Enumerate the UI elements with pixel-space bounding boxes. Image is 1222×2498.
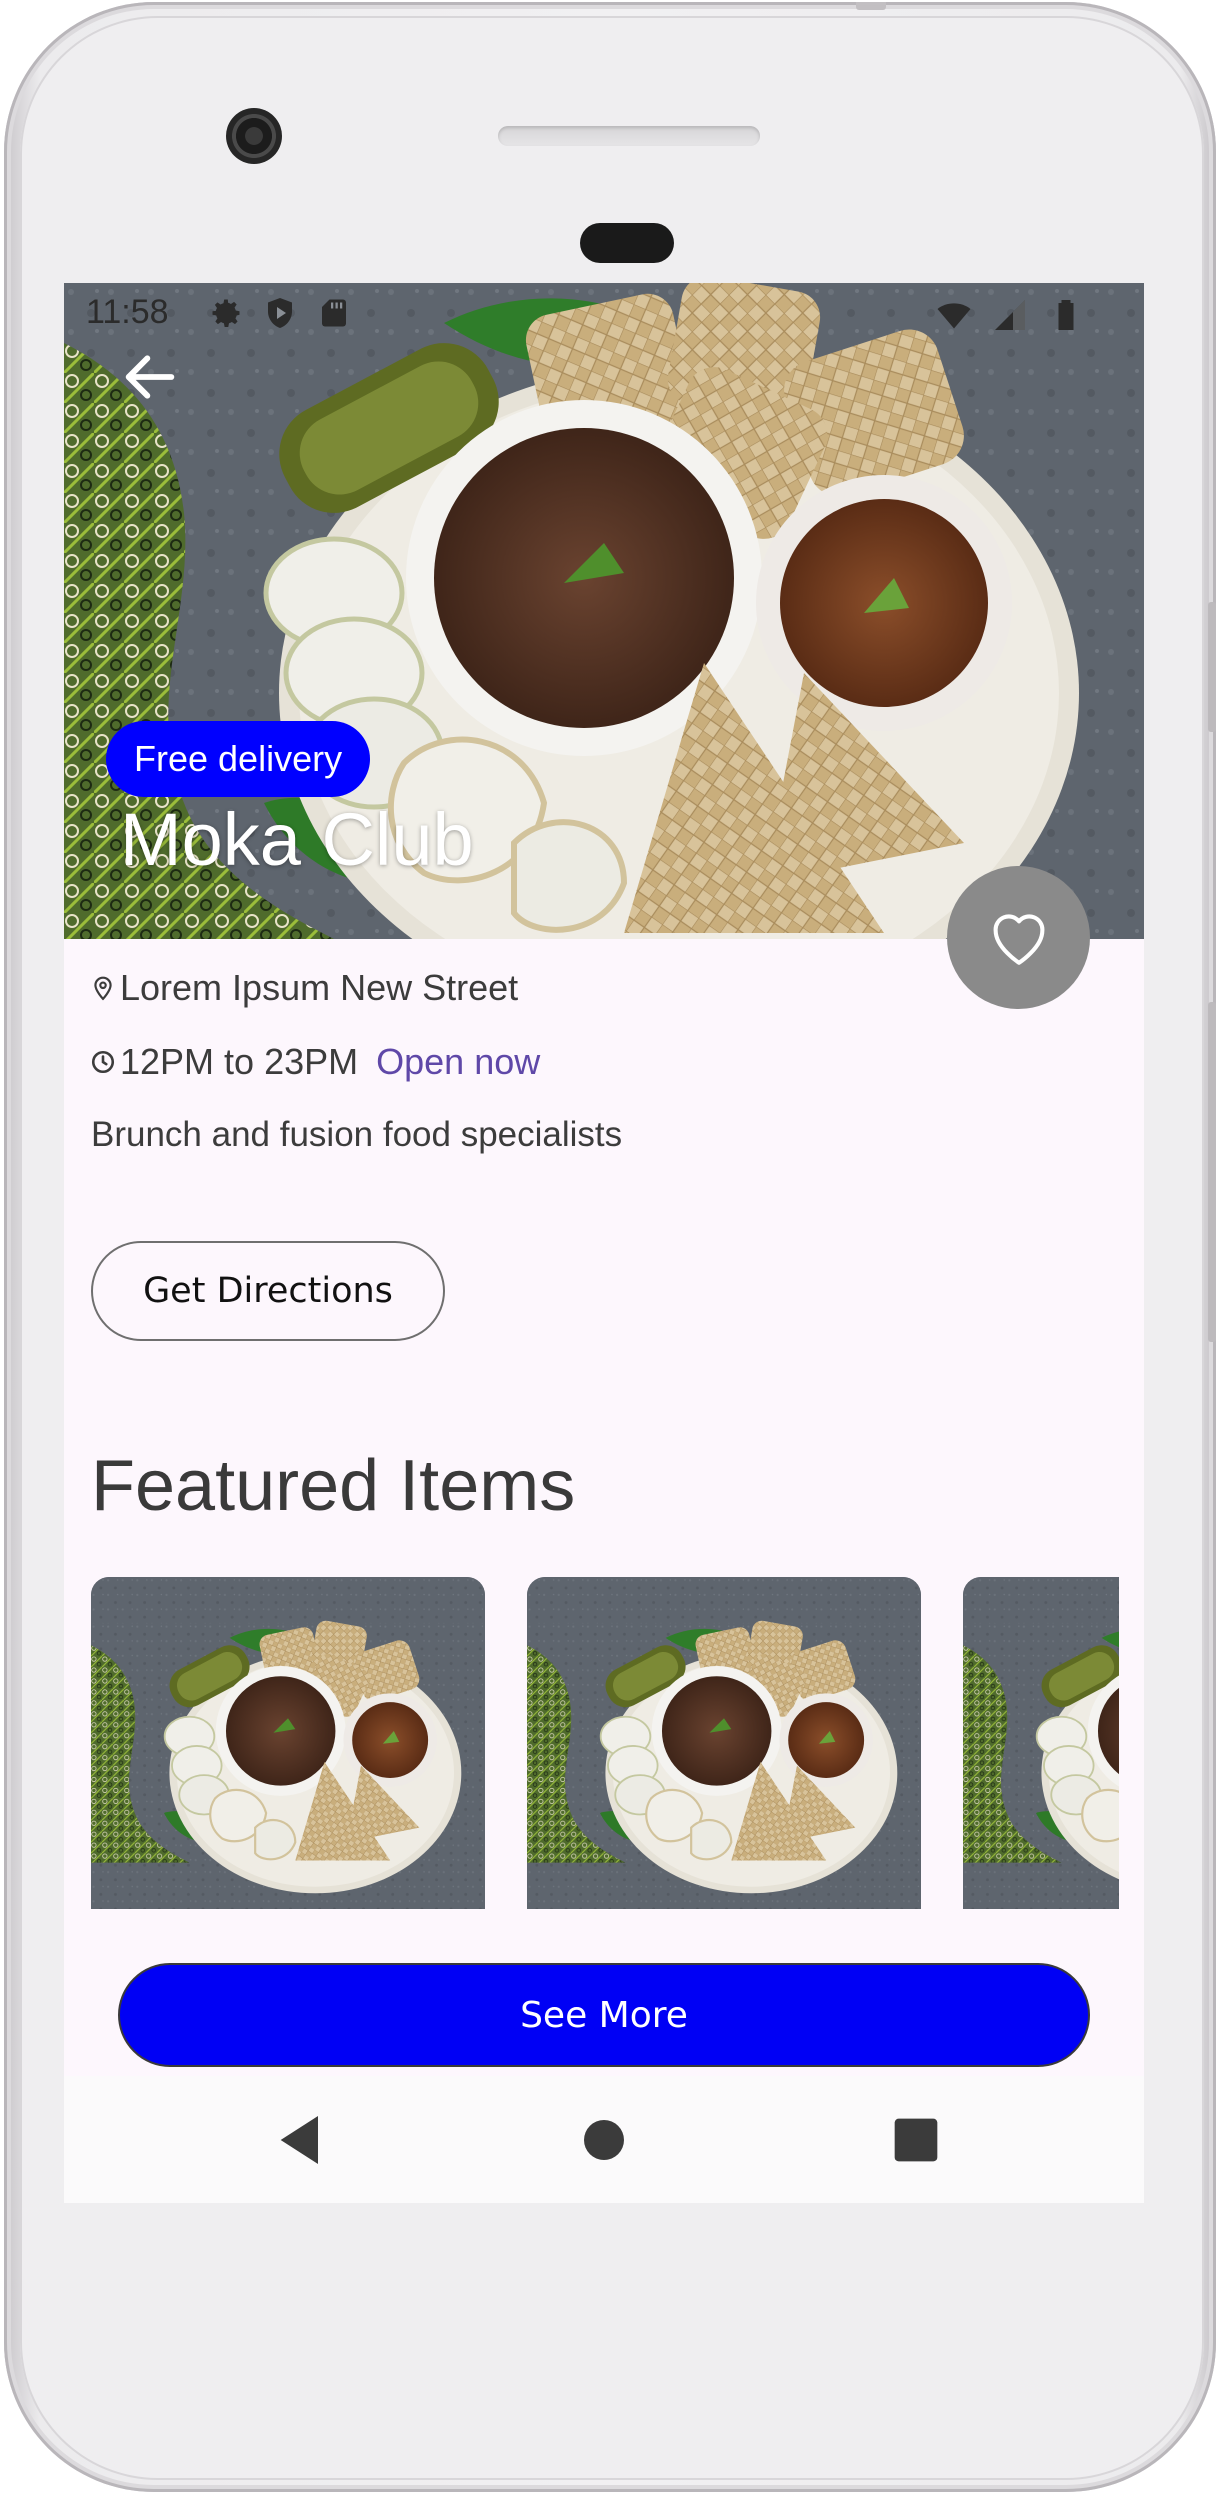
open-status: Open now — [376, 1041, 541, 1082]
clock-icon — [91, 1050, 115, 1074]
free-delivery-badge: Free delivery — [106, 721, 371, 797]
status-time: 11:58 — [86, 293, 169, 331]
home-circle-icon[interactable] — [572, 2108, 636, 2172]
status-bar: 11:58 — [64, 283, 1144, 347]
back-triangle-icon[interactable] — [270, 2108, 334, 2172]
wifi-icon — [937, 303, 971, 329]
featured-item-card[interactable] — [91, 1577, 485, 1909]
location-pin-icon — [94, 976, 112, 1001]
hero-image: 11:58 Free delivery Moka Club — [64, 283, 1144, 939]
hours-row: 12PM to 23PM Open now — [90, 1041, 540, 1083]
food-platter-image — [963, 1577, 1119, 1909]
sd-card-icon — [322, 299, 346, 327]
featured-items-title: Featured Items — [91, 1446, 576, 1526]
volume-button — [1208, 602, 1216, 732]
shield-icon — [268, 298, 292, 328]
top-edge-button — [856, 2, 886, 10]
get-directions-button[interactable]: Get Directions — [91, 1241, 445, 1341]
restaurant-description: Brunch and fusion food specialists — [91, 1115, 623, 1154]
food-platter-image — [91, 1577, 485, 1909]
app-screen: 11:58 Free delivery Moka Club Lorem Ipsu… — [64, 283, 1144, 2203]
power-button — [1208, 1002, 1216, 1342]
featured-items-carousel[interactable] — [91, 1577, 1119, 1909]
front-camera — [226, 108, 282, 164]
heart-icon — [993, 913, 1044, 965]
food-platter-image — [527, 1577, 921, 1909]
arrow-left-icon[interactable] — [118, 345, 182, 409]
address-row: Lorem Ipsum New Street — [90, 967, 518, 1009]
address-text: Lorem Ipsum New Street — [120, 967, 519, 1008]
system-navigation-bar — [64, 2076, 1144, 2203]
hours-text: 12PM to 23PM — [120, 1041, 359, 1082]
gear-icon — [212, 299, 240, 327]
favorite-button[interactable] — [947, 866, 1090, 1009]
restaurant-title: Moka Club — [120, 798, 474, 881]
featured-item-card[interactable] — [963, 1577, 1119, 1909]
see-more-button[interactable]: See More — [118, 1963, 1090, 2067]
featured-item-card[interactable] — [527, 1577, 921, 1909]
signal-icon — [995, 300, 1025, 330]
recents-square-icon[interactable] — [884, 2108, 948, 2172]
earpiece — [580, 223, 674, 263]
speaker-grill — [498, 126, 760, 146]
battery-icon — [1058, 300, 1074, 330]
